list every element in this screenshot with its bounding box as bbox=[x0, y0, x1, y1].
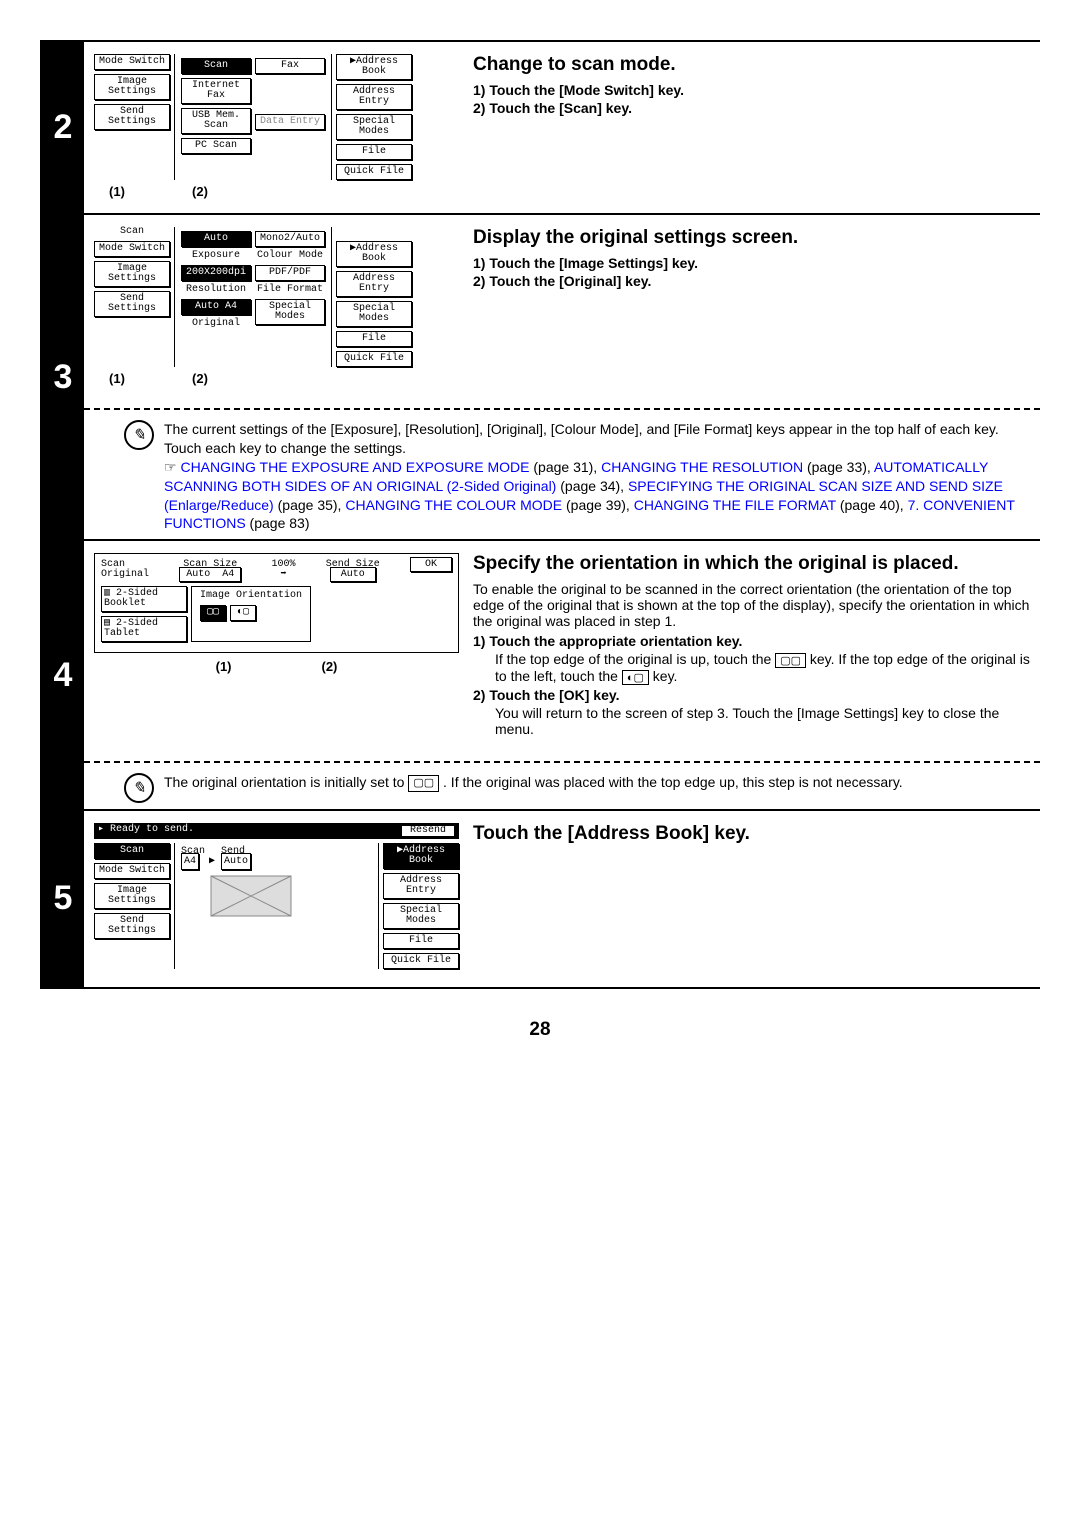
send-size-key[interactable]: Auto bbox=[330, 567, 376, 582]
address-book-key[interactable]: ▶Address Book bbox=[336, 241, 412, 267]
step-2: 2 Mode Switch Image Settings Send Settin… bbox=[40, 40, 1040, 213]
special-modes-key[interactable]: Special Modes bbox=[336, 114, 412, 140]
lcd-panel-step5: ▸ Ready to send. Resend Scan Mode Switch… bbox=[94, 823, 459, 969]
address-entry-key[interactable]: Address Entry bbox=[336, 271, 412, 297]
callout-1: (1) bbox=[216, 659, 232, 674]
step4-note: ✎ The original orientation is initially … bbox=[84, 771, 1040, 809]
file-key[interactable]: File bbox=[383, 933, 459, 949]
scan-size-key[interactable]: Auto A4 bbox=[179, 567, 241, 582]
send-settings-key[interactable]: Send Settings bbox=[94, 104, 170, 130]
orientation-top-icon: ▢▢ bbox=[775, 653, 806, 668]
resolution-key[interactable]: 200X200dpi bbox=[181, 265, 251, 281]
page-number: 28 bbox=[40, 1019, 1040, 1041]
file-key[interactable]: File bbox=[336, 144, 412, 160]
step3-title: Display the original settings screen. bbox=[473, 227, 1030, 249]
ok-key[interactable]: OK bbox=[410, 557, 452, 572]
xref-link[interactable]: CHANGING THE EXPOSURE AND EXPOSURE MODE bbox=[180, 459, 529, 475]
step2-title: Change to scan mode. bbox=[473, 54, 1030, 76]
two-sided-booklet-key[interactable]: ▥ 2-Sided Booklet bbox=[101, 586, 187, 612]
step-4: 4 ScanOriginal Scan SizeAuto A4 100%➡ Se… bbox=[40, 539, 1040, 809]
preview-image-icon bbox=[181, 871, 321, 921]
orientation-left-icon: ◐▢ bbox=[622, 670, 649, 685]
pc-scan-key[interactable]: PC Scan bbox=[181, 138, 251, 154]
step2-bullet1: 1) Touch the [Mode Switch] key. bbox=[473, 82, 1030, 98]
colour-mode-key[interactable]: Mono2/Auto bbox=[255, 231, 325, 247]
callout-2: (2) bbox=[140, 184, 260, 199]
callout-2: (2) bbox=[140, 371, 260, 386]
lcd-panel-step4: ScanOriginal Scan SizeAuto A4 100%➡ Send… bbox=[94, 553, 459, 653]
step4-title: Specify the orientation in which the ori… bbox=[473, 553, 1030, 575]
file-key[interactable]: File bbox=[336, 331, 412, 347]
step3-bullet1: 1) Touch the [Image Settings] key. bbox=[473, 255, 1030, 271]
image-settings-key[interactable]: Image Settings bbox=[94, 74, 170, 100]
orientation-top-key[interactable]: ▢▢ bbox=[200, 605, 226, 621]
usb-scan-key[interactable]: USB Mem. Scan bbox=[181, 108, 251, 134]
send-settings-key[interactable]: Send Settings bbox=[94, 913, 170, 939]
send-settings-key[interactable]: Send Settings bbox=[94, 291, 170, 317]
mode-switch-key[interactable]: Mode Switch bbox=[94, 241, 170, 257]
address-entry-key[interactable]: Address Entry bbox=[383, 873, 459, 899]
file-format-key[interactable]: PDF/PDF bbox=[255, 265, 325, 281]
step-number: 3 bbox=[42, 215, 84, 539]
callout-2: (2) bbox=[322, 659, 338, 674]
note-icon: ✎ bbox=[124, 773, 154, 803]
step5-title: Touch the [Address Book] key. bbox=[473, 823, 1030, 845]
data-entry-key[interactable]: Data Entry bbox=[255, 114, 325, 130]
quick-file-key[interactable]: Quick File bbox=[336, 164, 412, 180]
fax-key[interactable]: Fax bbox=[255, 58, 325, 74]
step4-bullet2: 2) Touch the [OK] key. bbox=[473, 687, 1030, 703]
address-entry-key[interactable]: Address Entry bbox=[336, 84, 412, 110]
image-settings-key[interactable]: Image Settings bbox=[94, 261, 170, 287]
internet-fax-key[interactable]: Internet Fax bbox=[181, 78, 251, 104]
step3-bullet2: 2) Touch the [Original] key. bbox=[473, 273, 1030, 289]
step3-note: ✎ The current settings of the [Exposure]… bbox=[84, 418, 1040, 539]
lcd-panel-step3: Scan Mode Switch Image Settings Send Set… bbox=[94, 227, 459, 367]
note-icon: ✎ bbox=[124, 420, 154, 450]
note-text: The current settings of the [Exposure], … bbox=[164, 421, 999, 456]
step-number: 4 bbox=[42, 541, 84, 809]
callout-1: (1) bbox=[94, 371, 140, 386]
lcd-panel-step2: Mode Switch Image Settings Send Settings… bbox=[94, 54, 459, 180]
step4-intro: To enable the original to be scanned in … bbox=[473, 581, 1030, 629]
step4-bullet2-detail: You will return to the screen of step 3.… bbox=[495, 705, 1030, 737]
orientation-left-key[interactable]: ◐▢ bbox=[230, 605, 256, 621]
resend-key[interactable]: Resend bbox=[401, 825, 455, 837]
image-settings-key[interactable]: Image Settings bbox=[94, 883, 170, 909]
step-number: 5 bbox=[42, 811, 84, 987]
scan-key[interactable]: Scan bbox=[181, 58, 251, 74]
xref-link[interactable]: CHANGING THE COLOUR MODE bbox=[345, 497, 562, 513]
xref-link[interactable]: CHANGING THE FILE FORMAT bbox=[634, 497, 836, 513]
pointer-icon: ☞ bbox=[164, 459, 177, 475]
two-sided-tablet-key[interactable]: ▤ 2-Sided Tablet bbox=[101, 616, 187, 642]
mode-switch-key[interactable]: Mode Switch bbox=[94, 863, 170, 879]
step4-bullet1: 1) Touch the appropriate orientation key… bbox=[473, 633, 1030, 649]
special-modes-key[interactable]: Special Modes bbox=[383, 903, 459, 929]
mode-switch-key[interactable]: Mode Switch bbox=[94, 54, 170, 70]
quick-file-key[interactable]: Quick File bbox=[383, 953, 459, 969]
step4-bullet1-detail: If the top edge of the original is up, t… bbox=[495, 651, 1030, 685]
callout-1: (1) bbox=[94, 184, 140, 199]
xref-link[interactable]: CHANGING THE RESOLUTION bbox=[601, 459, 803, 475]
step2-bullet2: 2) Touch the [Scan] key. bbox=[473, 100, 1030, 116]
address-book-key[interactable]: ▶Address Book bbox=[336, 54, 412, 80]
orientation-top-icon: ▢▢ bbox=[408, 775, 439, 792]
address-book-key[interactable]: ▶Address Book bbox=[383, 843, 459, 869]
original-key[interactable]: Auto A4 bbox=[181, 299, 251, 315]
step-5: 5 ▸ Ready to send. Resend Scan Mode Swit… bbox=[40, 809, 1040, 989]
quick-file-key[interactable]: Quick File bbox=[336, 351, 412, 367]
scan-size-key[interactable]: A4 bbox=[181, 853, 199, 870]
special-modes-key[interactable]: Special Modes bbox=[255, 299, 325, 325]
step-3: 3 Scan Mode Switch Image Settings Send S… bbox=[40, 213, 1040, 539]
exposure-key[interactable]: Auto bbox=[181, 231, 251, 247]
step-number: 2 bbox=[42, 42, 84, 213]
send-size-key[interactable]: Auto bbox=[221, 853, 251, 870]
special-modes-key[interactable]: Special Modes bbox=[336, 301, 412, 327]
